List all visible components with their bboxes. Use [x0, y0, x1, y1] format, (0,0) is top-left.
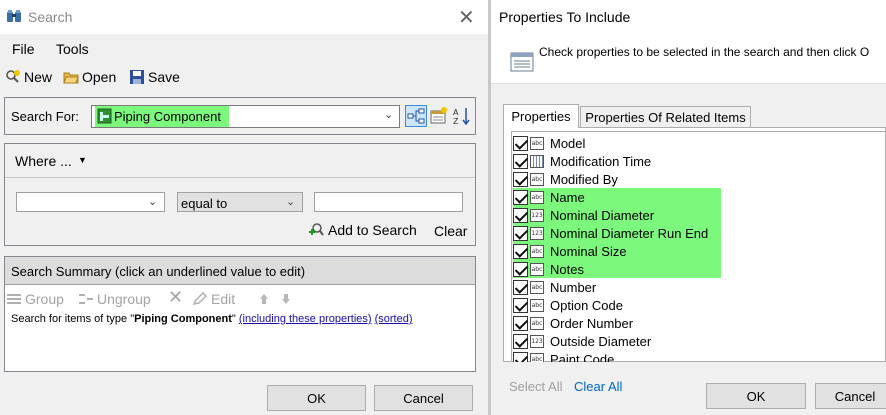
select-all-link[interactable]: Select All — [509, 379, 562, 394]
checkbox-checked[interactable] — [513, 207, 528, 223]
checkbox-checked[interactable] — [513, 315, 528, 331]
property-label: Modified By — [550, 171, 618, 187]
number-type-icon: 123 — [530, 334, 544, 348]
checkbox-checked[interactable] — [513, 171, 528, 187]
checkbox-checked[interactable] — [513, 279, 528, 295]
text-type-icon: abc — [530, 280, 544, 294]
number-type-icon: 123 — [530, 208, 544, 222]
properties-ok-button[interactable]: OK — [706, 383, 806, 409]
text-type-icon: abc — [530, 244, 544, 258]
text-type-icon: abc — [530, 298, 544, 312]
tab-properties[interactable]: Properties — [503, 104, 579, 128]
checkbox-checked[interactable] — [513, 351, 528, 362]
property-label: Outside Diameter — [550, 333, 652, 349]
property-label: Nominal Size — [550, 243, 627, 259]
property-label: Order Number — [550, 315, 634, 331]
property-label: Name — [550, 189, 585, 205]
text-type-icon: abc — [530, 190, 544, 204]
checkbox-checked[interactable] — [513, 189, 528, 205]
checkbox-checked[interactable] — [513, 333, 528, 349]
property-label: Modification Time — [550, 153, 652, 169]
property-label: Option Code — [550, 297, 623, 313]
property-label: Nominal Diameter Run End — [550, 225, 709, 241]
checkbox-checked[interactable] — [513, 135, 528, 151]
property-label: Nominal Diameter — [550, 207, 655, 223]
property-row[interactable]: abc Paint Code — [513, 350, 614, 362]
ok-button[interactable]: OK — [267, 385, 366, 411]
property-row[interactable]: abc Order Number — [513, 314, 633, 332]
calendar-type-icon — [530, 154, 544, 168]
property-row[interactable]: abc Notes — [513, 260, 721, 278]
cancel-button[interactable]: Cancel — [374, 385, 473, 411]
property-label: Model — [550, 135, 586, 151]
text-type-icon: abc — [530, 172, 544, 186]
text-type-icon: abc — [530, 352, 544, 362]
property-label: Notes — [550, 261, 584, 277]
property-row[interactable]: 123 Nominal Diameter — [513, 206, 721, 224]
text-type-icon: abc — [530, 262, 544, 276]
checkbox-checked[interactable] — [513, 297, 528, 313]
property-row[interactable]: abc Name — [513, 188, 721, 206]
property-row[interactable]: abc Nominal Size — [513, 242, 721, 260]
checkbox-checked[interactable] — [513, 261, 528, 277]
property-row[interactable]: Modification Time — [513, 152, 651, 170]
property-row[interactable]: abc Model — [513, 134, 585, 152]
property-row[interactable]: abc Number — [513, 278, 596, 296]
property-row[interactable]: abc Modified By — [513, 170, 618, 188]
checkbox-checked[interactable] — [513, 225, 528, 241]
number-type-icon: 123 — [530, 226, 544, 240]
property-row[interactable]: 123 Outside Diameter — [513, 332, 651, 350]
property-row[interactable]: abc Option Code — [513, 296, 623, 314]
checkbox-checked[interactable] — [513, 243, 528, 259]
property-label: Paint Code — [550, 351, 615, 363]
property-row[interactable]: 123 Nominal Diameter Run End — [513, 224, 721, 242]
text-type-icon: abc — [530, 136, 544, 150]
text-type-icon: abc — [530, 316, 544, 330]
properties-cancel-button[interactable]: Cancel — [815, 383, 886, 409]
clear-all-link[interactable]: Clear All — [574, 379, 622, 394]
checkbox-checked[interactable] — [513, 153, 528, 169]
property-label: Number — [550, 279, 597, 295]
